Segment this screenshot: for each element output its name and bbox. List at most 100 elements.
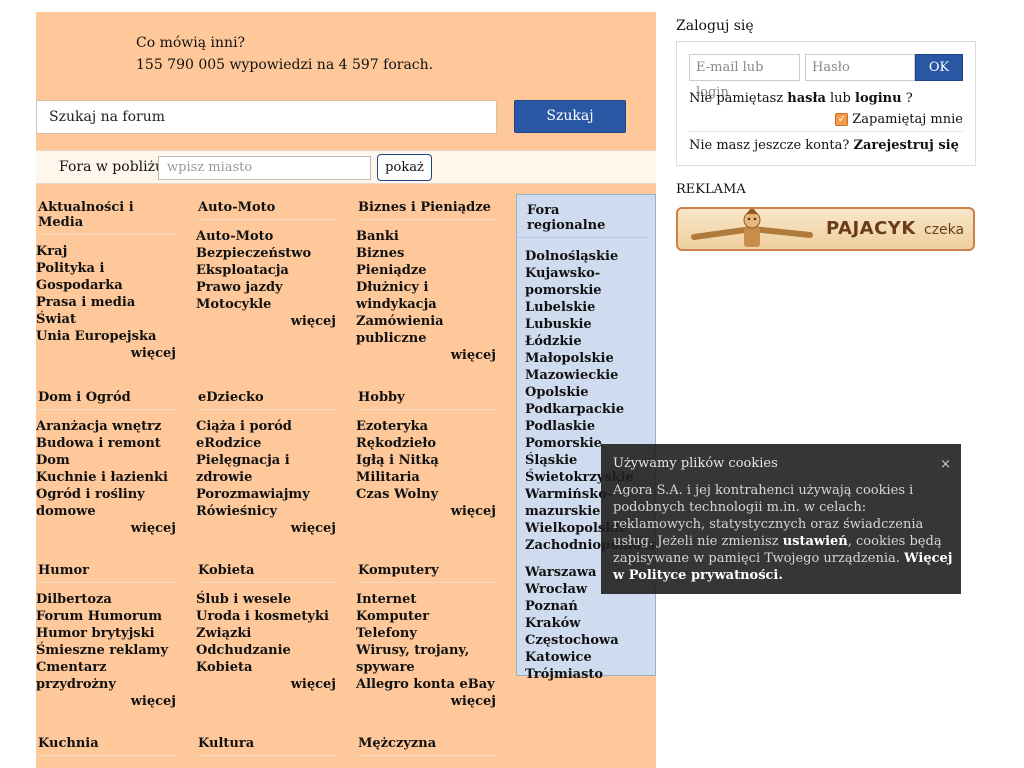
- category-title[interactable]: Humor: [36, 563, 176, 583]
- forum-link[interactable]: Porozmawiajmy: [196, 486, 336, 503]
- forum-link[interactable]: Kraj: [36, 243, 176, 260]
- category-title[interactable]: Biznes i Pieniądze: [356, 200, 496, 220]
- forum-link[interactable]: Banki: [356, 228, 496, 245]
- region-link[interactable]: Kujawsko-pomorskie: [525, 265, 655, 299]
- forum-link[interactable]: Ciąża i poród: [196, 418, 336, 435]
- forum-link[interactable]: Allegro konta eBay: [356, 676, 496, 693]
- forum-link[interactable]: Kuchnie i łazienki: [36, 469, 176, 486]
- region-link[interactable]: Dolnośląskie: [525, 248, 655, 265]
- region-link[interactable]: Opolskie: [525, 384, 655, 401]
- forum-link[interactable]: Uroda i kosmetyki: [196, 608, 336, 625]
- category-title[interactable]: eDziecko: [196, 390, 336, 410]
- password-input[interactable]: Hasło: [805, 54, 915, 81]
- city-input[interactable]: wpisz miasto: [158, 156, 371, 180]
- forum-link[interactable]: Eksploatacja: [196, 262, 336, 279]
- forum-link[interactable]: Prawo jazdy: [196, 279, 336, 296]
- forum-link[interactable]: Bezpieczeństwo: [196, 245, 336, 262]
- more-link[interactable]: więcej: [36, 520, 176, 538]
- forum-link[interactable]: Unia Europejska: [36, 328, 176, 345]
- forum-link[interactable]: Dilbertoza: [36, 591, 176, 608]
- forum-link[interactable]: Militaria: [356, 469, 496, 486]
- more-link[interactable]: więcej: [356, 693, 496, 711]
- close-icon[interactable]: ×: [940, 457, 951, 472]
- forgot-password-link[interactable]: hasła: [787, 91, 826, 106]
- forum-link[interactable]: Internet: [356, 591, 496, 608]
- cookie-banner: Używamy plików cookies × Agora S.A. i je…: [601, 444, 961, 594]
- region-link[interactable]: Podkarpackie: [525, 401, 655, 418]
- forum-link[interactable]: Śmieszne reklamy: [36, 642, 176, 659]
- search-button[interactable]: Szukaj: [514, 100, 626, 133]
- city-link[interactable]: Częstochowa: [525, 632, 655, 649]
- region-link[interactable]: Małopolskie: [525, 350, 655, 367]
- forum-link[interactable]: Motocykle: [196, 296, 336, 313]
- regional-forums-panel: Fora regionalne Dolnośląskie Kujawsko-pom…: [516, 194, 656, 682]
- forum-link[interactable]: eRodzice: [196, 435, 336, 452]
- forum-link[interactable]: Prasa i media: [36, 294, 176, 311]
- category-title[interactable]: Mężczyzna: [356, 736, 496, 756]
- puppet-icon: [691, 209, 813, 247]
- forum-link[interactable]: Dłużnicy i windykacja: [356, 279, 496, 313]
- region-link[interactable]: Łódzkie: [525, 333, 655, 350]
- forum-link[interactable]: Czas Wolny: [356, 486, 496, 503]
- more-link[interactable]: więcej: [196, 676, 336, 694]
- forum-link[interactable]: Biznes: [356, 245, 496, 262]
- more-link[interactable]: więcej: [196, 313, 336, 331]
- forum-link[interactable]: Cmentarz przydrożny: [36, 659, 176, 693]
- more-link[interactable]: więcej: [36, 345, 176, 363]
- forum-link[interactable]: Humor brytyjski: [36, 625, 176, 642]
- category-title[interactable]: Kobieta: [196, 563, 336, 583]
- forum-link[interactable]: Polityka i Gospodarka: [36, 260, 176, 294]
- city-link[interactable]: Trójmiasto: [525, 666, 655, 683]
- category-title[interactable]: Aktualności i Media: [36, 200, 176, 235]
- forum-link[interactable]: Forum Humorum: [36, 608, 176, 625]
- forum-link[interactable]: Budowa i remont: [36, 435, 176, 452]
- forum-link[interactable]: Dom: [36, 452, 176, 469]
- forum-link[interactable]: Związki: [196, 625, 336, 642]
- show-nearby-button[interactable]: pokaż: [377, 154, 432, 181]
- forum-link[interactable]: Pielęgnacja i zdrowie: [196, 452, 336, 486]
- ad-banner[interactable]: PAJACYK czeka: [676, 207, 975, 251]
- forum-link[interactable]: Aranżacja wnętrz: [36, 418, 176, 435]
- forum-link[interactable]: Odchudzanie: [196, 642, 336, 659]
- more-link[interactable]: więcej: [356, 347, 496, 365]
- category-title[interactable]: Auto-Moto: [196, 200, 336, 220]
- email-login-input[interactable]: E-mail lub login: [689, 54, 800, 100]
- login-ok-button[interactable]: OK: [915, 54, 963, 81]
- forum-link[interactable]: Wirusy, trojany, spyware: [356, 642, 496, 676]
- forum-link[interactable]: Świat: [36, 311, 176, 328]
- cookie-settings-link[interactable]: ustawień: [783, 534, 848, 549]
- forgot-login-link[interactable]: loginu: [855, 91, 902, 106]
- forum-search-input[interactable]: Szukaj na forum: [36, 100, 497, 134]
- category-title[interactable]: Komputery: [356, 563, 496, 583]
- region-link[interactable]: Lubelskie: [525, 299, 655, 316]
- region-link[interactable]: Mazowieckie: [525, 367, 655, 384]
- forum-link[interactable]: Kobieta: [196, 659, 336, 676]
- forum-link[interactable]: Zamówienia publiczne: [356, 313, 496, 347]
- forum-link[interactable]: Auto-Moto: [196, 228, 336, 245]
- category-title[interactable]: Kuchnia: [36, 736, 176, 756]
- more-link[interactable]: więcej: [196, 520, 336, 538]
- forum-link[interactable]: Ogród i rośliny domowe: [36, 486, 176, 520]
- category-block: Hobby Ezoteryka Rękodzieło Igłą i Nitką Mili…: [356, 390, 496, 521]
- remember-checkbox[interactable]: ✓: [835, 113, 849, 126]
- more-link[interactable]: więcej: [36, 693, 176, 711]
- more-link[interactable]: więcej: [356, 503, 496, 521]
- city-link[interactable]: Kraków: [525, 615, 655, 632]
- region-link[interactable]: Lubuskie: [525, 316, 655, 333]
- register-link[interactable]: Zarejestruj się: [853, 138, 958, 153]
- forum-link[interactable]: Rówieśnicy: [196, 503, 336, 520]
- forum-link[interactable]: Ezoteryka: [356, 418, 496, 435]
- region-link[interactable]: Podlaskie: [525, 418, 655, 435]
- category-title[interactable]: Hobby: [356, 390, 496, 410]
- category-title[interactable]: Dom i Ogród: [36, 390, 176, 410]
- category-title[interactable]: Kultura: [196, 736, 336, 756]
- remember-me[interactable]: ✓ Zapamiętaj mnie: [835, 112, 963, 127]
- city-link[interactable]: Katowice: [525, 649, 655, 666]
- city-link[interactable]: Poznań: [525, 598, 655, 615]
- forum-link[interactable]: Rękodzieło: [356, 435, 496, 452]
- forum-link[interactable]: Pieniądze: [356, 262, 496, 279]
- forum-link[interactable]: Igłą i Nitką: [356, 452, 496, 469]
- forum-link[interactable]: Telefony: [356, 625, 496, 642]
- forum-link[interactable]: Ślub i wesele: [196, 591, 336, 608]
- forum-link[interactable]: Komputer: [356, 608, 496, 625]
